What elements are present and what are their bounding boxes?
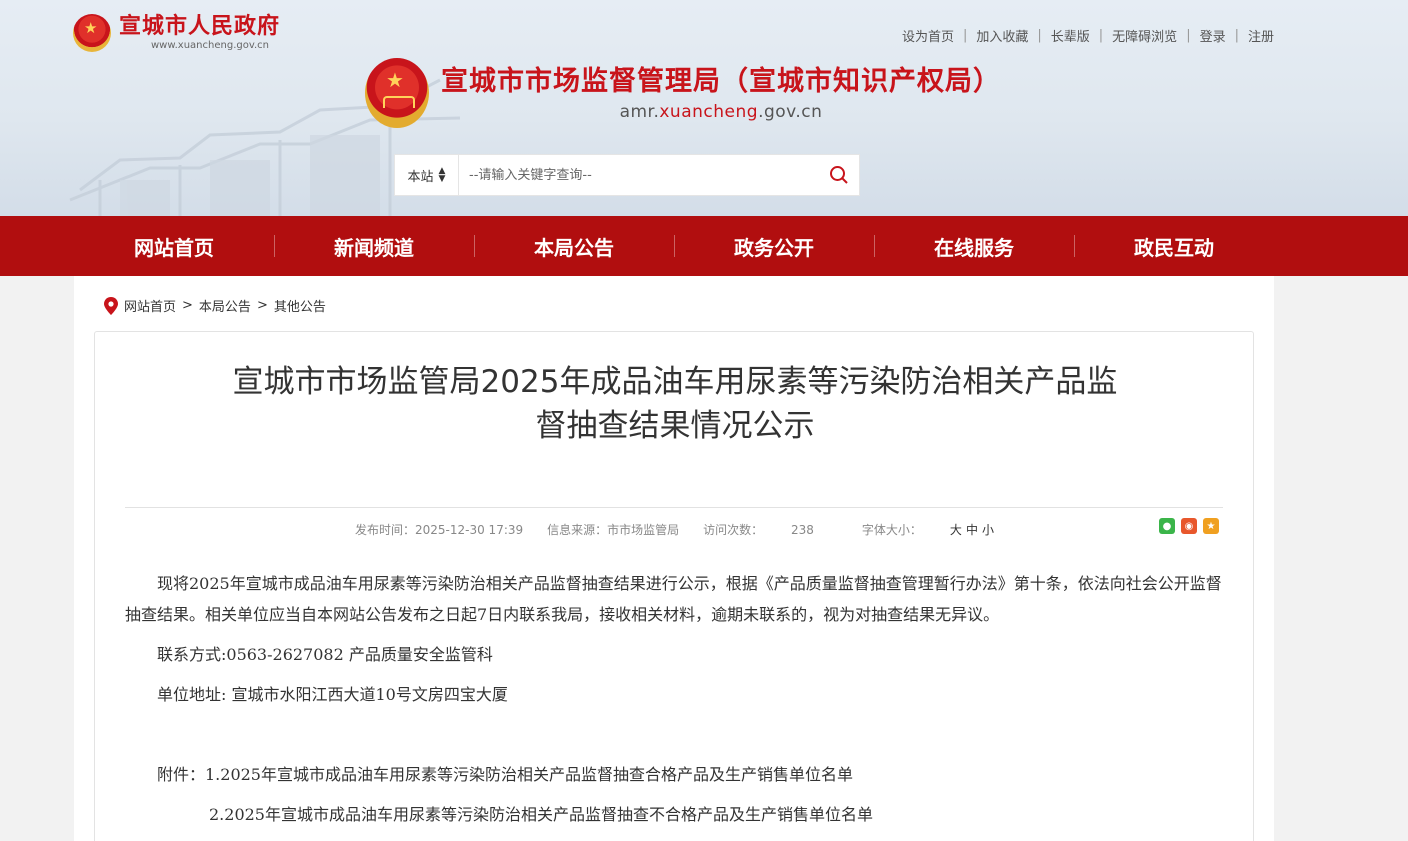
nav-public-interaction[interactable]: 政民互动 [1074,216,1274,276]
nav-home[interactable]: 网站首页 [74,216,274,276]
search-button[interactable] [819,155,859,195]
share-buttons: ● ◉ ★ [1153,518,1219,534]
nav-online-services[interactable]: 在线服务 [874,216,1074,276]
search-bar: 本站 ▲ ▼ [394,154,860,196]
address-info: 单位地址: 宣城市水阳江西大道10号文房四宝大厦 [157,685,508,704]
font-small-button[interactable]: 小 [982,523,994,537]
breadcrumb-home[interactable]: 网站首页 [124,296,176,315]
article-meta: 发布时间：2025-12-30 17:39 信息来源：市市场监管局 访问次数： … [355,521,1018,538]
search-icon [830,166,848,184]
search-scope-select[interactable]: 本站 ▲ ▼ [395,155,459,195]
view-count: 访问次数： 238 [703,523,814,537]
attachment-1[interactable]: 附件：1.2025年宣城市成品油车用尿素等污染防治相关产品监督抽查合格产品及生产… [125,759,1225,790]
site-title: 宣城市市场监督管理局（宣城市知识产权局） amr.xuancheng.gov.c… [365,58,1001,128]
content-page: 网站首页 > 本局公告 > 其他公告 宣城市市场监管局2025年成品油车用尿素等… [74,276,1274,841]
site-name: 宣城市市场监督管理局（宣城市知识产权局） [441,66,1001,97]
article-body: 现将2025年宣城市成品油车用尿素等污染防治相关产品监督抽查结果进行公示，根据《… [125,568,1225,839]
main-nav: 网站首页 新闻频道 本局公告 政务公开 在线服务 政民互动 [0,216,1408,276]
location-pin-icon [104,296,118,315]
nav-government-affairs[interactable]: 政务公开 [674,216,874,276]
divider: | [1186,28,1191,43]
accessibility-link[interactable]: 无障碍浏览 [1112,26,1177,45]
national-emblem-icon [73,14,111,52]
attachment-2[interactable]: 2.2025年宣城市成品油车用尿素等污染防治相关产品监督抽查不合格产品及生产销售… [125,799,1225,830]
login-link[interactable]: 登录 [1200,26,1226,45]
font-medium-button[interactable]: 中 [966,523,978,537]
nav-news[interactable]: 新闻频道 [274,216,474,276]
nav-announcements[interactable]: 本局公告 [474,216,674,276]
register-link[interactable]: 注册 [1248,26,1274,45]
top-links: 设为首页 | 加入收藏 | 长辈版 | 无障碍浏览 | 登录 | 注册 [902,26,1274,45]
set-homepage-link[interactable]: 设为首页 [902,26,954,45]
font-size-control: 字体大小：大中小 [861,523,994,537]
breadcrumb-announcements[interactable]: 本局公告 [199,296,251,315]
divider: | [962,28,968,43]
divider: | [1098,28,1104,43]
site-domain: amr.xuancheng.gov.cn [619,102,823,122]
weibo-share-icon[interactable]: ◉ [1181,518,1197,534]
divider: | [1037,28,1042,43]
add-favorite-link[interactable]: 加入收藏 [976,26,1028,45]
sort-arrows-icon: ▲ ▼ [438,166,446,184]
divider [125,507,1223,508]
site-header: 宣城市人民政府 www.xuancheng.gov.cn 设为首页 | 加入收藏… [0,0,1408,216]
search-input[interactable] [459,155,819,195]
article: 宣城市市场监管局2025年成品油车用尿素等污染防治相关产品监 督抽查结果情况公示… [94,331,1254,841]
gov-name: 宣城市人民政府 [119,14,281,39]
info-source: 信息来源：市市场监管局 [547,523,680,537]
contact-info: 联系方式:0563-2627082 产品质量安全监管科 [157,645,493,664]
gov-url: www.xuancheng.gov.cn [151,40,269,51]
wechat-share-icon[interactable]: ● [1159,518,1175,534]
font-large-button[interactable]: 大 [950,523,962,537]
article-title: 宣城市市场监管局2025年成品油车用尿素等污染防治相关产品监 督抽查结果情况公示 [232,364,1118,444]
elder-version-link[interactable]: 长辈版 [1051,26,1090,45]
divider: | [1234,28,1239,43]
breadcrumb: 网站首页 > 本局公告 > 其他公告 [104,296,326,315]
article-paragraph: 现将2025年宣城市成品油车用尿素等污染防治相关产品监督抽查结果进行公示，根据《… [125,574,1222,624]
breadcrumb-other-announcements[interactable]: 其他公告 [274,296,326,315]
national-emblem-icon [365,58,429,128]
favorite-star-icon[interactable]: ★ [1203,518,1219,534]
publish-time: 发布时间：2025-12-30 17:39 [355,523,524,537]
gov-logo[interactable]: 宣城市人民政府 www.xuancheng.gov.cn [73,14,280,52]
